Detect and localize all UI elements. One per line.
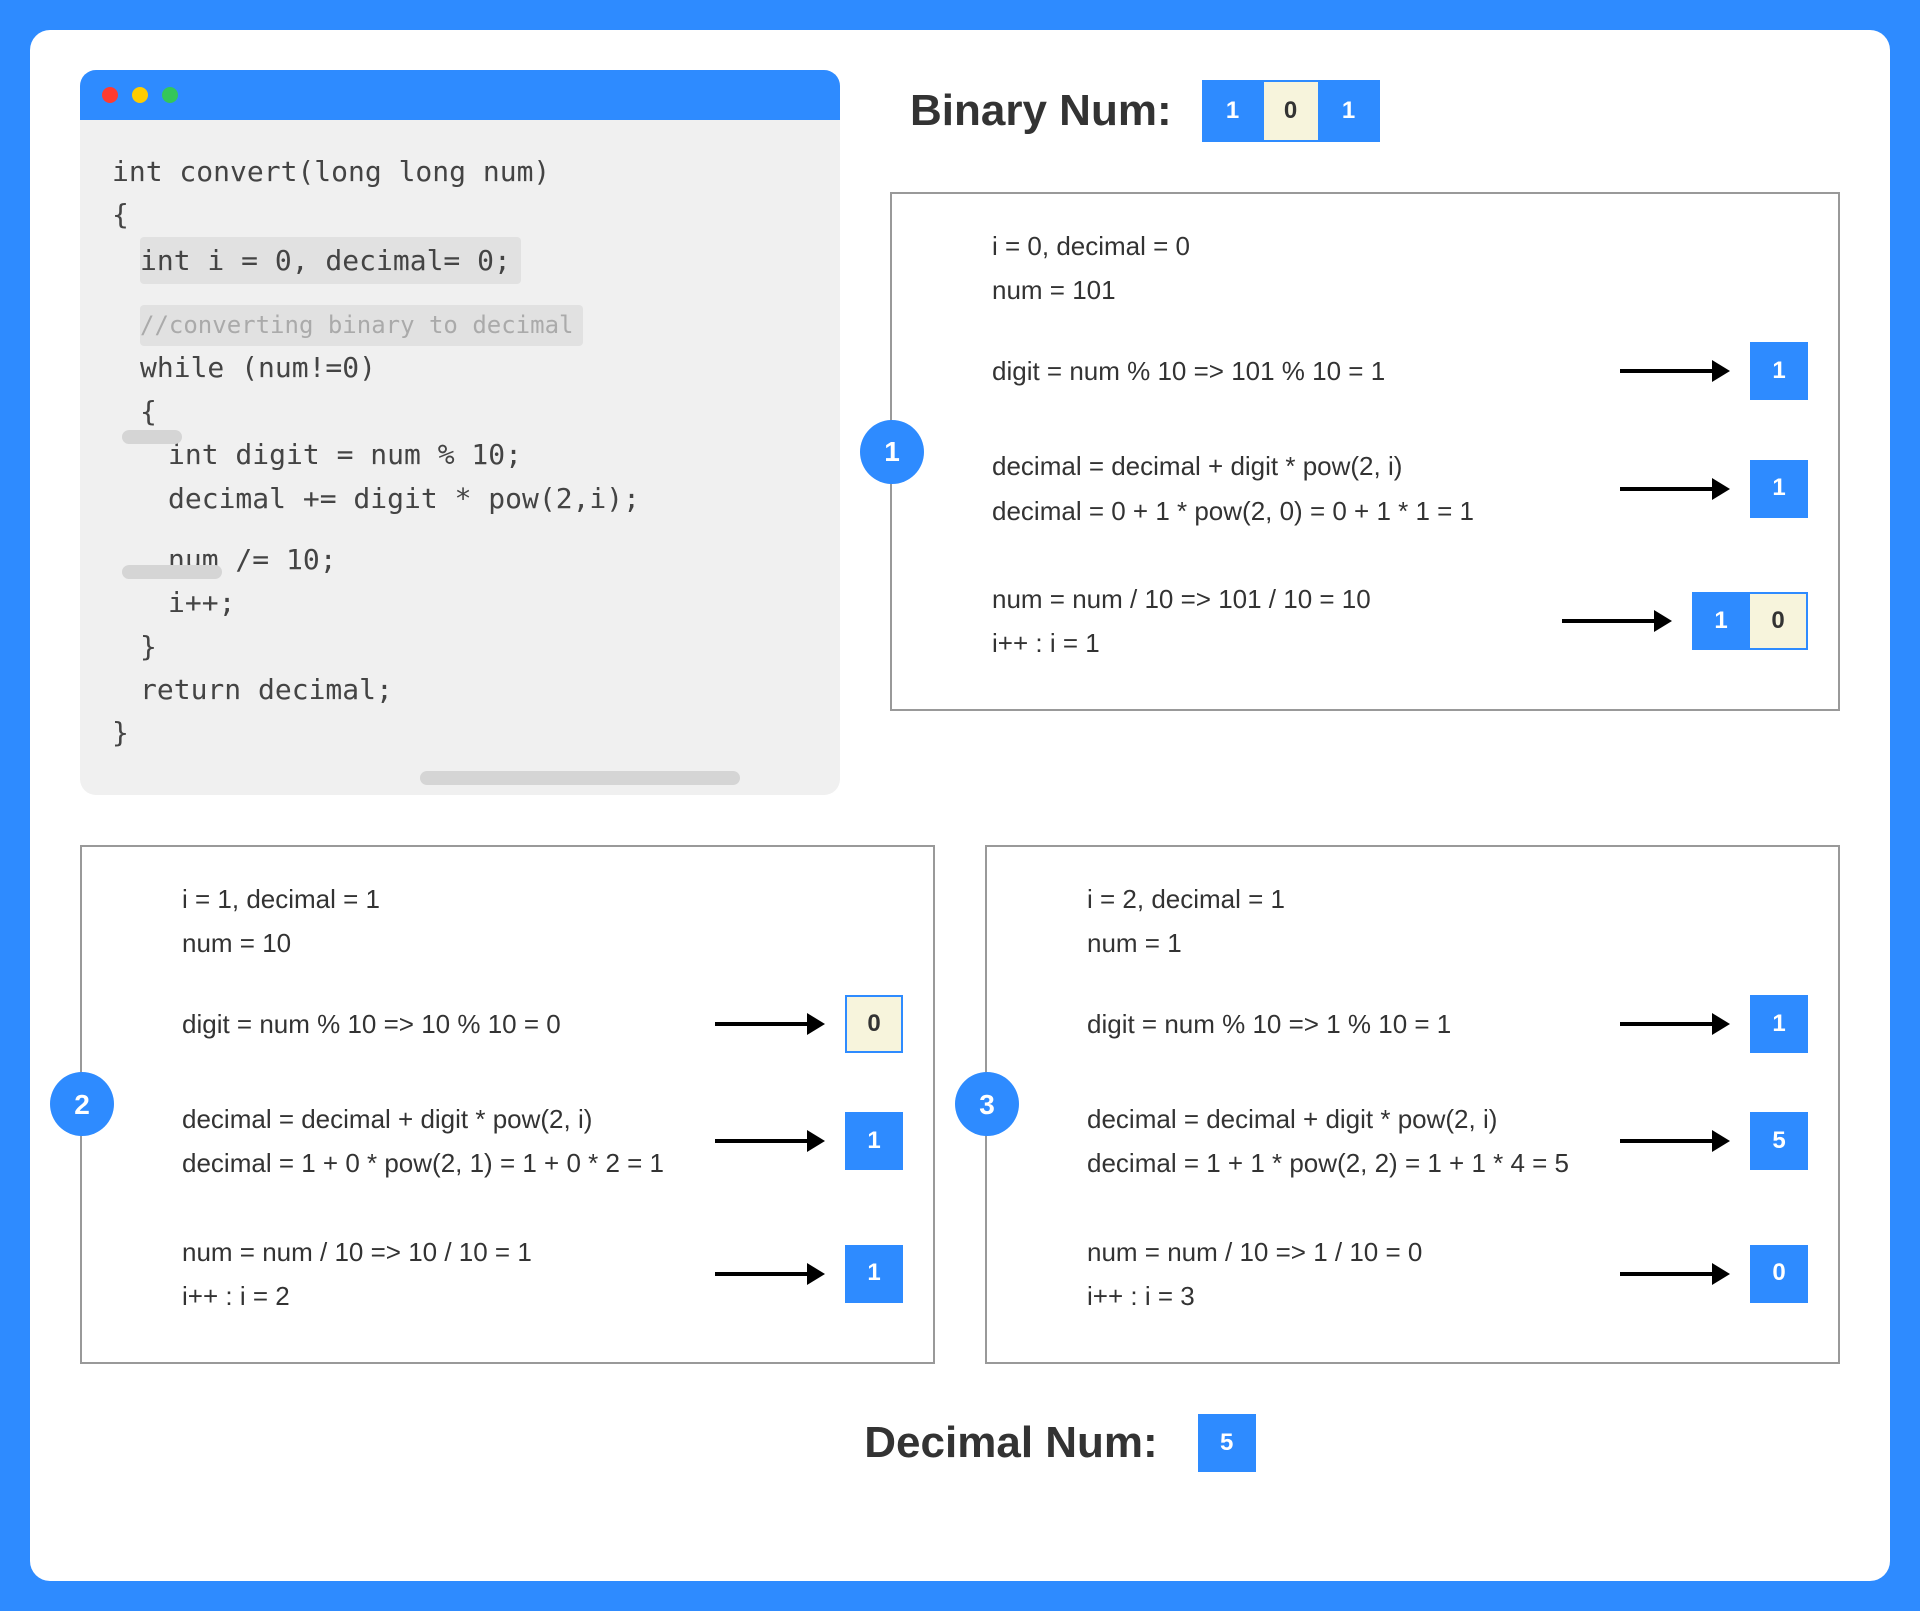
step-num: num = 1 [1087, 921, 1808, 965]
code-line: decimal += digit * pow(2,i); [112, 477, 812, 520]
step-2-box: 2 i = 1, decimal = 1 num = 10 digit = nu… [80, 845, 935, 1364]
digit-result: 1 [1750, 995, 1808, 1053]
code-line: return decimal; [112, 668, 812, 711]
step-num-div: num = num / 10 => 10 / 10 = 1 [182, 1230, 695, 1274]
code-line: { [112, 390, 812, 433]
binary-label: Binary Num: [910, 86, 1172, 136]
maximize-icon [162, 87, 178, 103]
num-result-pair: 1 0 [1692, 592, 1808, 650]
step-inc: i++ : i = 2 [182, 1274, 695, 1318]
step-decimal-formula: decimal = decimal + digit * pow(2, i) [1087, 1097, 1600, 1141]
code-line: while (num!=0) [112, 346, 812, 389]
decimal-label: Decimal Num: [864, 1418, 1157, 1468]
diagram-canvas: int convert(long long num) { int i = 0, … [30, 30, 1890, 1581]
code-line: i++; [112, 581, 812, 624]
step-badge: 1 [860, 420, 924, 484]
code-line: } [112, 625, 812, 668]
step-digit: digit = num % 10 => 101 % 10 = 1 [992, 349, 1600, 393]
decimal-result: 1 [1750, 460, 1808, 518]
arrow-icon [1620, 479, 1730, 499]
step-decimal-formula: decimal = decimal + digit * pow(2, i) [182, 1097, 695, 1141]
decimal-result: 1 [845, 1112, 903, 1170]
scroll-stub [122, 565, 222, 579]
code-line: } [112, 711, 812, 754]
decimal-footer: Decimal Num: 5 [280, 1414, 1840, 1472]
code-line: int digit = num % 10; [112, 433, 812, 476]
binary-digit: 1 [1320, 82, 1378, 140]
num-result: 1 [845, 1245, 903, 1303]
step-state: i = 0, decimal = 0 [992, 224, 1808, 268]
scrollbar-horizontal [420, 771, 740, 785]
code-comment: //converting binary to decimal [140, 305, 583, 346]
digit-result: 1 [1750, 342, 1808, 400]
decimal-value: 5 [1198, 1414, 1256, 1472]
step-inc: i++ : i = 3 [1087, 1274, 1600, 1318]
step-num: num = 101 [992, 268, 1808, 312]
arrow-icon [1620, 1014, 1730, 1034]
close-icon [102, 87, 118, 103]
arrow-icon [715, 1131, 825, 1151]
step-badge: 2 [50, 1072, 114, 1136]
arrow-icon [715, 1264, 825, 1284]
binary-header: Binary Num: 1 0 1 [910, 80, 1840, 142]
arrow-icon [1620, 1131, 1730, 1151]
step-decimal-eval: decimal = 0 + 1 * pow(2, 0) = 0 + 1 * 1 … [992, 489, 1600, 533]
code-window: int convert(long long num) { int i = 0, … [80, 70, 840, 795]
decimal-result: 5 [1750, 1112, 1808, 1170]
digit-result: 0 [845, 995, 903, 1053]
arrow-icon [1562, 611, 1672, 631]
code-body: int convert(long long num) { int i = 0, … [80, 120, 840, 795]
code-line: { [112, 193, 812, 236]
step-num-div: num = num / 10 => 101 / 10 = 10 [992, 577, 1542, 621]
code-line: int convert(long long num) [112, 150, 812, 193]
step-inc: i++ : i = 1 [992, 621, 1542, 665]
step-state: i = 2, decimal = 1 [1087, 877, 1808, 921]
binary-digit: 0 [1262, 82, 1320, 140]
num-digit: 1 [1692, 592, 1750, 650]
arrow-icon [1620, 361, 1730, 381]
arrow-icon [1620, 1264, 1730, 1284]
step-state: i = 1, decimal = 1 [182, 877, 903, 921]
num-result: 0 [1750, 1245, 1808, 1303]
scroll-stub [122, 430, 182, 444]
arrow-icon [715, 1014, 825, 1034]
step-1-box: 1 i = 0, decimal = 0 num = 101 digit = n… [890, 192, 1840, 711]
step-decimal-formula: decimal = decimal + digit * pow(2, i) [992, 444, 1600, 488]
step-3-box: 3 i = 2, decimal = 1 num = 1 digit = num… [985, 845, 1840, 1364]
step-badge: 3 [955, 1072, 1019, 1136]
step-num: num = 10 [182, 921, 903, 965]
step-num-div: num = num / 10 => 1 / 10 = 0 [1087, 1230, 1600, 1274]
step-decimal-eval: decimal = 1 + 0 * pow(2, 1) = 1 + 0 * 2 … [182, 1141, 695, 1185]
step-digit: digit = num % 10 => 10 % 10 = 0 [182, 1002, 695, 1046]
step-decimal-eval: decimal = 1 + 1 * pow(2, 2) = 1 + 1 * 4 … [1087, 1141, 1600, 1185]
window-title-bar [80, 70, 840, 120]
code-line: int i = 0, decimal= 0; [140, 237, 521, 284]
binary-cells: 1 0 1 [1202, 80, 1380, 142]
num-digit: 0 [1750, 592, 1808, 650]
minimize-icon [132, 87, 148, 103]
binary-digit: 1 [1204, 82, 1262, 140]
step-digit: digit = num % 10 => 1 % 10 = 1 [1087, 1002, 1600, 1046]
